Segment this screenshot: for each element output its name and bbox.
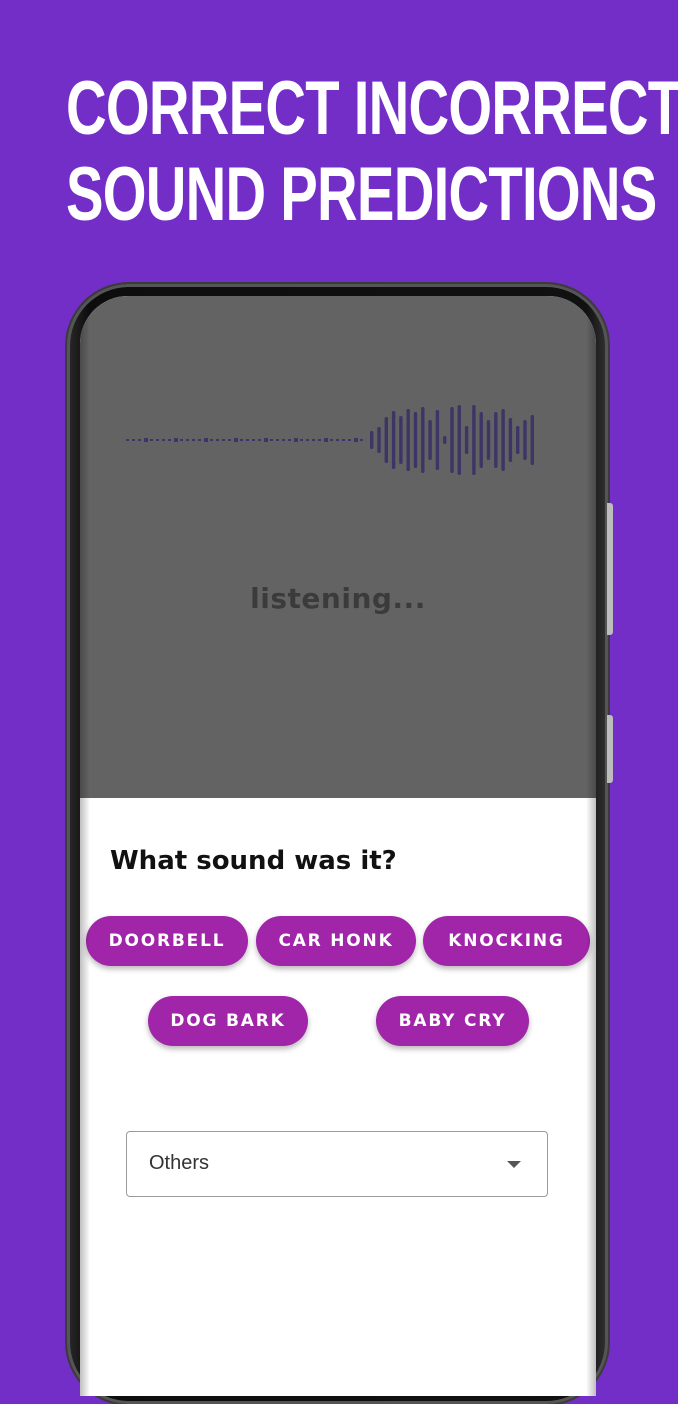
screen-edge-right [586,296,596,1396]
option-doorbell-button[interactable]: DOORBELL [86,916,248,966]
dimmed-background[interactable]: listening... [80,296,596,798]
phone-power-button [607,715,613,783]
headline-line-2: sound predictions [66,152,657,237]
phone-volume-button [607,503,613,635]
screen-edge-left [80,296,90,1396]
option-dog-bark-button[interactable]: DOG BARK [148,996,308,1046]
option-knocking-button[interactable]: KNOCKING [423,916,590,966]
caret-down-icon[interactable] [507,1161,521,1168]
promo-headline: Correct Incorrect sound predictions [66,66,678,238]
headline-line-1: Correct Incorrect [66,66,678,151]
select-value: Others [149,1152,210,1174]
option-baby-cry-button[interactable]: BABY CRY [376,996,529,1046]
option-car-honk-button[interactable]: CAR HONK [256,916,416,966]
other-sound-select[interactable]: Others [126,1131,548,1197]
listening-status: listening... [250,582,426,615]
phone-screen: listening... What sound was it? DOORBELL… [80,296,596,1396]
waveform-icon [126,405,534,475]
sheet-title: What sound was it? [110,846,397,876]
